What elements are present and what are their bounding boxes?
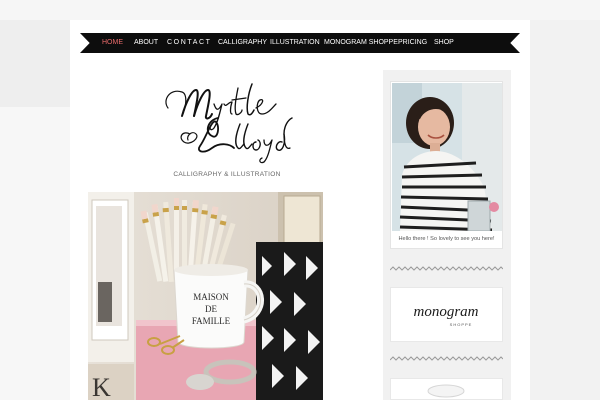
monogram-script-text: monogram (413, 304, 478, 320)
mug-text-bottom: FAMILLE (192, 316, 231, 326)
nav-item-monogram-shoppe[interactable]: MONOGRAM SHOPPE (324, 39, 398, 47)
zigzag-divider-1 (390, 266, 503, 271)
sidebar-widget-partial[interactable] (390, 378, 503, 400)
nav-item-shop[interactable]: SHOP (434, 39, 454, 47)
site-tagline: CALLIGRAPHY & ILLUSTRATION (173, 171, 281, 178)
monogram-script-logo-icon: monogram SHOPPE (413, 304, 478, 327)
page-background-left-top (0, 20, 70, 107)
profile-card[interactable]: Hello there ! So lovely to see you here! (390, 81, 503, 249)
profile-caption: Hello there ! So lovely to see you here! (398, 236, 495, 242)
hero-image: MAISON DE FAMILLE K (88, 192, 323, 400)
nav-item-calligraphy[interactable]: CALLIGRAPHY (218, 39, 267, 47)
page-background-left (0, 107, 70, 400)
calligraphy-logo-icon (165, 83, 293, 164)
mug-text-top: MAISON (193, 292, 229, 302)
nav-item-pricing[interactable]: PRICING (398, 39, 427, 47)
page-background-top (0, 0, 600, 20)
nav-item-about[interactable]: ABOUT (134, 39, 158, 47)
nav-item-home[interactable]: HOME (102, 39, 123, 47)
hero-photo[interactable]: MAISON DE FAMILLE K (88, 192, 323, 400)
monogram-sub-text: SHOPPE (450, 322, 473, 327)
profile-photo (392, 83, 502, 231)
nav-item-illustration[interactable]: ILLUSTRATION (270, 39, 320, 47)
zigzag-divider-2 (390, 356, 503, 361)
site-logo[interactable] (160, 78, 300, 164)
svg-text:K: K (92, 373, 111, 400)
nav-item-contact[interactable]: CONTACT (167, 39, 212, 47)
main-nav-ribbon: HOME ABOUT CONTACT CALLIGRAPHY ILLUSTRAT… (80, 33, 520, 53)
mug-text-mid: DE (205, 304, 217, 314)
partial-product-image (427, 384, 465, 398)
profile-portrait-image (392, 83, 502, 231)
monogram-shoppe-banner[interactable]: monogram SHOPPE (390, 287, 503, 342)
